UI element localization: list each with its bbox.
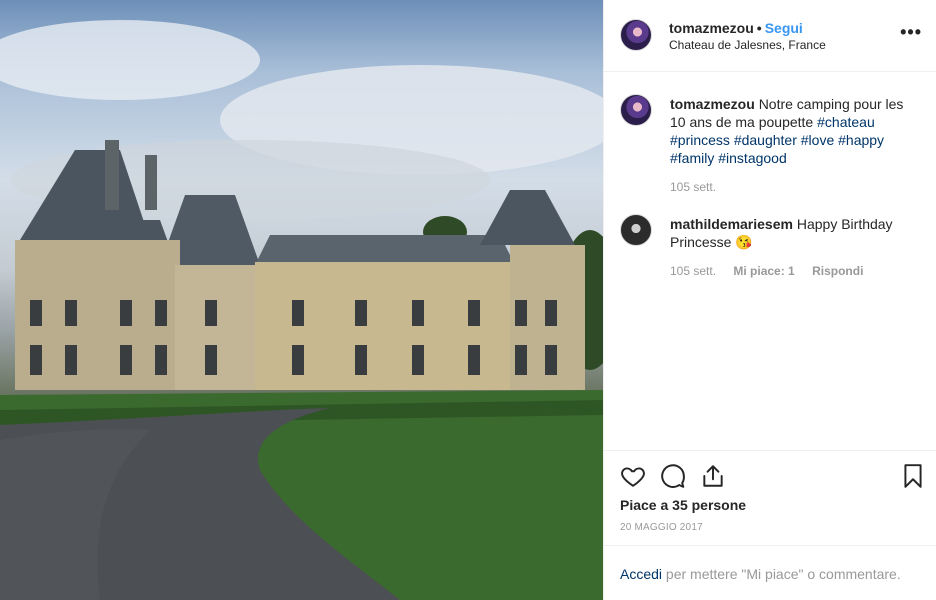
comment-username[interactable]: mathildemariesem bbox=[670, 216, 793, 232]
heart-icon[interactable] bbox=[620, 463, 646, 489]
hashtag[interactable]: #happy bbox=[838, 132, 884, 148]
comment-text: mathildemariesem Happy Birthday Princess… bbox=[670, 215, 920, 251]
author-avatar[interactable] bbox=[620, 19, 652, 51]
comment-meta: 105 sett. Mi piace: 1 Rispondi bbox=[670, 264, 877, 278]
author-line: tomazmezou • Segui bbox=[669, 20, 803, 36]
commenter-avatar[interactable] bbox=[620, 214, 652, 246]
caption-meta: 105 sett. bbox=[670, 180, 730, 194]
hashtag[interactable]: #princess bbox=[670, 132, 730, 148]
post-location[interactable]: Chateau de Jalesnes, France bbox=[669, 38, 826, 52]
comment-likes[interactable]: Mi piace: 1 bbox=[733, 264, 794, 278]
likes-count[interactable]: Piace a 35 persone bbox=[620, 497, 746, 513]
more-options-icon[interactable]: ••• bbox=[900, 22, 922, 43]
hashtag[interactable]: #daughter bbox=[734, 132, 797, 148]
author-username[interactable]: tomazmezou bbox=[669, 20, 754, 36]
post-side-panel: tomazmezou • Segui Chateau de Jalesnes, Fr… bbox=[603, 0, 936, 600]
login-prompt: Accedi per mettere "Mi piace" o commenta… bbox=[604, 545, 936, 600]
post-header: tomazmezou • Segui Chateau de Jalesnes, Fr… bbox=[604, 0, 936, 72]
hashtag[interactable]: #family bbox=[670, 150, 714, 166]
chateau-image bbox=[0, 20, 603, 600]
caption-username[interactable]: tomazmezou bbox=[670, 96, 755, 112]
login-prompt-text: per mettere "Mi piace" o commentare. bbox=[662, 566, 901, 582]
comment-icon[interactable] bbox=[660, 463, 686, 489]
author-avatar[interactable] bbox=[620, 94, 652, 126]
action-bar: Piace a 35 persone 20 MAGGIO 2017 bbox=[604, 450, 936, 545]
share-icon[interactable] bbox=[700, 463, 726, 489]
caption-time[interactable]: 105 sett. bbox=[670, 180, 716, 194]
caption-text: tomazmezou Notre camping pour les 10 ans… bbox=[670, 95, 920, 167]
comments-section: tomazmezou Notre camping pour les 10 ans… bbox=[604, 72, 936, 450]
separator-dot: • bbox=[756, 20, 762, 36]
reply-button[interactable]: Rispondi bbox=[812, 264, 863, 278]
post-date[interactable]: 20 MAGGIO 2017 bbox=[620, 522, 703, 533]
bookmark-icon[interactable] bbox=[900, 463, 926, 489]
hashtag[interactable]: #chateau bbox=[817, 114, 875, 130]
hashtag[interactable]: #instagood bbox=[718, 150, 787, 166]
login-link[interactable]: Accedi bbox=[620, 566, 662, 582]
hashtag[interactable]: #love bbox=[801, 132, 834, 148]
follow-button[interactable]: Segui bbox=[765, 20, 803, 36]
post-photo[interactable] bbox=[0, 0, 603, 600]
comment-time[interactable]: 105 sett. bbox=[670, 264, 716, 278]
kiss-emoji: 😘 bbox=[735, 234, 753, 250]
